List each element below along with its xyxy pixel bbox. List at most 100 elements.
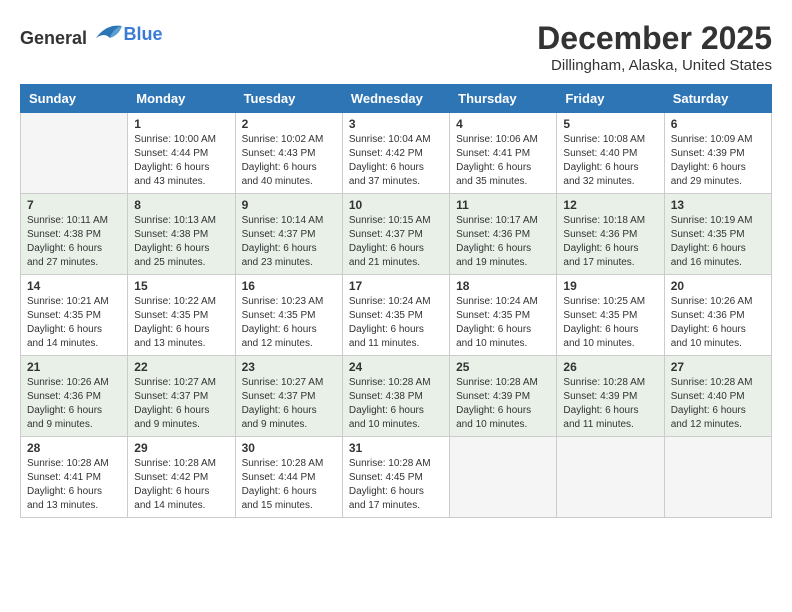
calendar-cell: 30 Sunrise: 10:28 AM Sunset: 4:44 PM Dayl… (235, 437, 342, 518)
day-number: 6 (671, 117, 765, 131)
day-number: 12 (563, 198, 657, 212)
day-number: 29 (134, 441, 228, 455)
day-number: 27 (671, 360, 765, 374)
day-info: Sunrise: 10:15 AM Sunset: 4:37 PM Daylig… (349, 214, 443, 270)
title-block: December 2025 Dillingham, Alaska, United… (537, 20, 772, 74)
calendar-week-row: 14 Sunrise: 10:21 AM Sunset: 4:35 PM Dayl… (21, 275, 772, 356)
day-info: Sunrise: 10:19 AM Sunset: 4:35 PM Daylig… (671, 214, 765, 270)
day-number: 8 (134, 198, 228, 212)
day-number: 20 (671, 279, 765, 293)
calendar-cell (21, 113, 128, 194)
day-info: Sunrise: 10:11 AM Sunset: 4:38 PM Daylig… (27, 214, 121, 270)
day-info: Sunrise: 10:28 AM Sunset: 4:44 PM Daylig… (242, 457, 336, 513)
calendar-week-row: 1 Sunrise: 10:00 AM Sunset: 4:44 PM Dayli… (21, 113, 772, 194)
day-info: Sunrise: 10:25 AM Sunset: 4:35 PM Daylig… (563, 295, 657, 351)
day-info: Sunrise: 10:28 AM Sunset: 4:42 PM Daylig… (134, 457, 228, 513)
calendar-cell: 28 Sunrise: 10:28 AM Sunset: 4:41 PM Dayl… (21, 437, 128, 518)
calendar-cell: 3 Sunrise: 10:04 AM Sunset: 4:42 PM Dayli… (342, 113, 449, 194)
day-info: Sunrise: 10:23 AM Sunset: 4:35 PM Daylig… (242, 295, 336, 351)
calendar-table: SundayMondayTuesdayWednesdayThursdayFrid… (20, 84, 772, 518)
weekday-header-monday: Monday (128, 85, 235, 113)
calendar-week-row: 7 Sunrise: 10:11 AM Sunset: 4:38 PM Dayli… (21, 194, 772, 275)
calendar-cell: 23Sunrise: 10:27 AM Sunset: 4:37 PM Dayl… (235, 356, 342, 437)
calendar-cell: 22 Sunrise: 10:27 AM Sunset: 4:37 PM Dayl… (128, 356, 235, 437)
day-info: Sunrise: 10:27 AM Sunset: 4:37 PM Daylig… (134, 376, 228, 432)
calendar-cell: 6 Sunrise: 10:09 AM Sunset: 4:39 PM Dayli… (664, 113, 771, 194)
day-number: 15 (134, 279, 228, 293)
day-number: 7 (27, 198, 121, 212)
day-info: Sunrise: 10:13 AM Sunset: 4:38 PM Daylig… (134, 214, 228, 270)
day-number: 13 (671, 198, 765, 212)
day-number: 28 (27, 441, 121, 455)
day-info: Sunrise: 10:04 AM Sunset: 4:42 PM Daylig… (349, 133, 443, 189)
calendar-week-row: 21Sunrise: 10:26 AM Sunset: 4:36 PM Dayl… (21, 356, 772, 437)
calendar-cell: 11 Sunrise: 10:17 AM Sunset: 4:36 PM Dayl… (450, 194, 557, 275)
calendar-cell: 4 Sunrise: 10:06 AM Sunset: 4:41 PM Dayli… (450, 113, 557, 194)
calendar-cell: 1 Sunrise: 10:00 AM Sunset: 4:44 PM Dayli… (128, 113, 235, 194)
day-number: 5 (563, 117, 657, 131)
calendar-cell (450, 437, 557, 518)
day-info: Sunrise: 10:06 AM Sunset: 4:41 PM Daylig… (456, 133, 550, 189)
day-number: 30 (242, 441, 336, 455)
day-number: 4 (456, 117, 550, 131)
weekday-header-wednesday: Wednesday (342, 85, 449, 113)
day-info: Sunrise: 10:27 AM Sunset: 4:37 PM Daylig… (242, 376, 336, 432)
day-info: Sunrise: 10:18 AM Sunset: 4:36 PM Daylig… (563, 214, 657, 270)
calendar-cell: 5Sunrise: 10:08 AM Sunset: 4:40 PM Dayli… (557, 113, 664, 194)
day-number: 16 (242, 279, 336, 293)
day-info: Sunrise: 10:28 AM Sunset: 4:38 PM Daylig… (349, 376, 443, 432)
calendar-cell: 17Sunrise: 10:24 AM Sunset: 4:35 PM Dayl… (342, 275, 449, 356)
day-number: 14 (27, 279, 121, 293)
day-info: Sunrise: 10:28 AM Sunset: 4:45 PM Daylig… (349, 457, 443, 513)
day-info: Sunrise: 10:14 AM Sunset: 4:37 PM Daylig… (242, 214, 336, 270)
logo: General Blue (20, 20, 163, 49)
day-info: Sunrise: 10:17 AM Sunset: 4:36 PM Daylig… (456, 214, 550, 270)
calendar-cell: 19 Sunrise: 10:25 AM Sunset: 4:35 PM Dayl… (557, 275, 664, 356)
day-number: 31 (349, 441, 443, 455)
day-info: Sunrise: 10:24 AM Sunset: 4:35 PM Daylig… (349, 295, 443, 351)
day-info: Sunrise: 10:28 AM Sunset: 4:39 PM Daylig… (563, 376, 657, 432)
weekday-header-sunday: Sunday (21, 85, 128, 113)
calendar-cell: 15 Sunrise: 10:22 AM Sunset: 4:35 PM Dayl… (128, 275, 235, 356)
day-number: 25 (456, 360, 550, 374)
calendar-cell: 12 Sunrise: 10:18 AM Sunset: 4:36 PM Dayl… (557, 194, 664, 275)
calendar-cell: 2Sunrise: 10:02 AM Sunset: 4:43 PM Dayli… (235, 113, 342, 194)
day-number: 1 (134, 117, 228, 131)
calendar-cell: 29 Sunrise: 10:28 AM Sunset: 4:42 PM Dayl… (128, 437, 235, 518)
calendar-cell: 14 Sunrise: 10:21 AM Sunset: 4:35 PM Dayl… (21, 275, 128, 356)
calendar-week-row: 28 Sunrise: 10:28 AM Sunset: 4:41 PM Dayl… (21, 437, 772, 518)
calendar-cell: 26 Sunrise: 10:28 AM Sunset: 4:39 PM Dayl… (557, 356, 664, 437)
calendar-cell: 20 Sunrise: 10:26 AM Sunset: 4:36 PM Dayl… (664, 275, 771, 356)
calendar-cell: 31 Sunrise: 10:28 AM Sunset: 4:45 PM Dayl… (342, 437, 449, 518)
day-info: Sunrise: 10:28 AM Sunset: 4:41 PM Daylig… (27, 457, 121, 513)
calendar-cell: 13 Sunrise: 10:19 AM Sunset: 4:35 PM Dayl… (664, 194, 771, 275)
day-info: Sunrise: 10:22 AM Sunset: 4:35 PM Daylig… (134, 295, 228, 351)
day-info: Sunrise: 10:28 AM Sunset: 4:40 PM Daylig… (671, 376, 765, 432)
day-number: 10 (349, 198, 443, 212)
day-number: 9 (242, 198, 336, 212)
day-info: Sunrise: 10:21 AM Sunset: 4:35 PM Daylig… (27, 295, 121, 351)
day-info: Sunrise: 10:09 AM Sunset: 4:39 PM Daylig… (671, 133, 765, 189)
calendar-cell: 25 Sunrise: 10:28 AM Sunset: 4:39 PM Dayl… (450, 356, 557, 437)
day-info: Sunrise: 10:26 AM Sunset: 4:36 PM Daylig… (671, 295, 765, 351)
day-number: 26 (563, 360, 657, 374)
day-number: 3 (349, 117, 443, 131)
calendar-cell (664, 437, 771, 518)
logo-general: General (20, 28, 87, 48)
day-info: Sunrise: 10:02 AM Sunset: 4:43 PM Daylig… (242, 133, 336, 189)
day-number: 22 (134, 360, 228, 374)
day-info: Sunrise: 10:00 AM Sunset: 4:44 PM Daylig… (134, 133, 228, 189)
logo-blue: Blue (124, 24, 163, 44)
calendar-cell (557, 437, 664, 518)
day-info: Sunrise: 10:26 AM Sunset: 4:36 PM Daylig… (27, 376, 121, 432)
day-info: Sunrise: 10:28 AM Sunset: 4:39 PM Daylig… (456, 376, 550, 432)
calendar-cell: 21Sunrise: 10:26 AM Sunset: 4:36 PM Dayl… (21, 356, 128, 437)
calendar-cell: 7 Sunrise: 10:11 AM Sunset: 4:38 PM Dayli… (21, 194, 128, 275)
calendar-cell: 9 Sunrise: 10:14 AM Sunset: 4:37 PM Dayli… (235, 194, 342, 275)
weekday-header-tuesday: Tuesday (235, 85, 342, 113)
day-number: 18 (456, 279, 550, 293)
day-number: 19 (563, 279, 657, 293)
calendar-cell: 18Sunrise: 10:24 AM Sunset: 4:35 PM Dayl… (450, 275, 557, 356)
logo-bird-icon (94, 20, 124, 44)
day-number: 11 (456, 198, 550, 212)
